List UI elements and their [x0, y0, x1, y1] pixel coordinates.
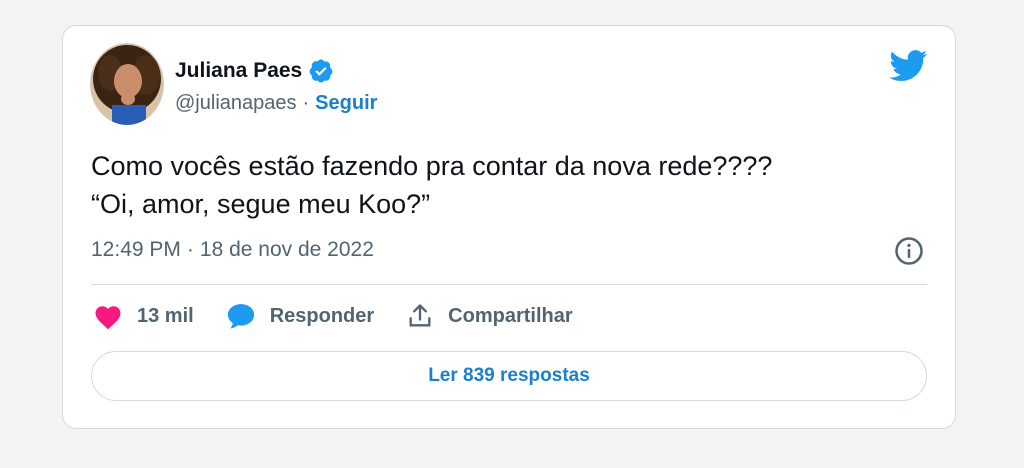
handle-separator: ·	[302, 92, 310, 114]
tweet-actions: 13 mil Responder Compartilhar	[93, 302, 605, 330]
info-icon[interactable]	[894, 236, 924, 266]
author-handle[interactable]: @julianapaes	[175, 92, 297, 115]
author-name-row: Juliana Paes	[175, 58, 334, 84]
twitter-bird-icon[interactable]	[889, 50, 928, 82]
tweet-text: Como vocês estão fazendo pra contar da n…	[91, 147, 931, 223]
avatar[interactable]	[90, 43, 164, 125]
reply-label: Responder	[269, 304, 375, 327]
likes-count: 13 mil	[137, 304, 194, 327]
tweet-card: Juliana Paes @julianapaes · Seguir Como …	[62, 25, 956, 429]
tweet-date[interactable]: 18 de nov de 2022	[200, 238, 374, 262]
read-replies-button[interactable]: Ler 839 respostas	[91, 351, 927, 401]
like-button[interactable]: 13 mil	[93, 302, 194, 330]
reply-bubble-icon	[227, 304, 254, 329]
share-label: Compartilhar	[448, 304, 573, 327]
author-handle-row: @julianapaes · Seguir	[175, 92, 377, 115]
tweet-time[interactable]: 12:49 PM	[91, 238, 181, 262]
divider	[91, 284, 927, 285]
share-button[interactable]: Compartilhar	[406, 302, 573, 330]
tweet-text-line: Como vocês estão fazendo pra contar da n…	[91, 151, 773, 181]
follow-link[interactable]: Seguir	[315, 92, 377, 115]
tweet-text-line: “Oi, amor, segue meu Koo?”	[91, 189, 431, 219]
verified-badge-icon	[309, 59, 333, 83]
share-icon	[409, 304, 431, 327]
reply-button[interactable]: Responder	[226, 302, 374, 330]
tweet-meta: 12:49 PM · 18 de nov de 2022	[91, 238, 374, 262]
author-name[interactable]: Juliana Paes	[175, 59, 302, 83]
meta-separator: ·	[186, 238, 194, 261]
heart-icon	[95, 306, 121, 330]
